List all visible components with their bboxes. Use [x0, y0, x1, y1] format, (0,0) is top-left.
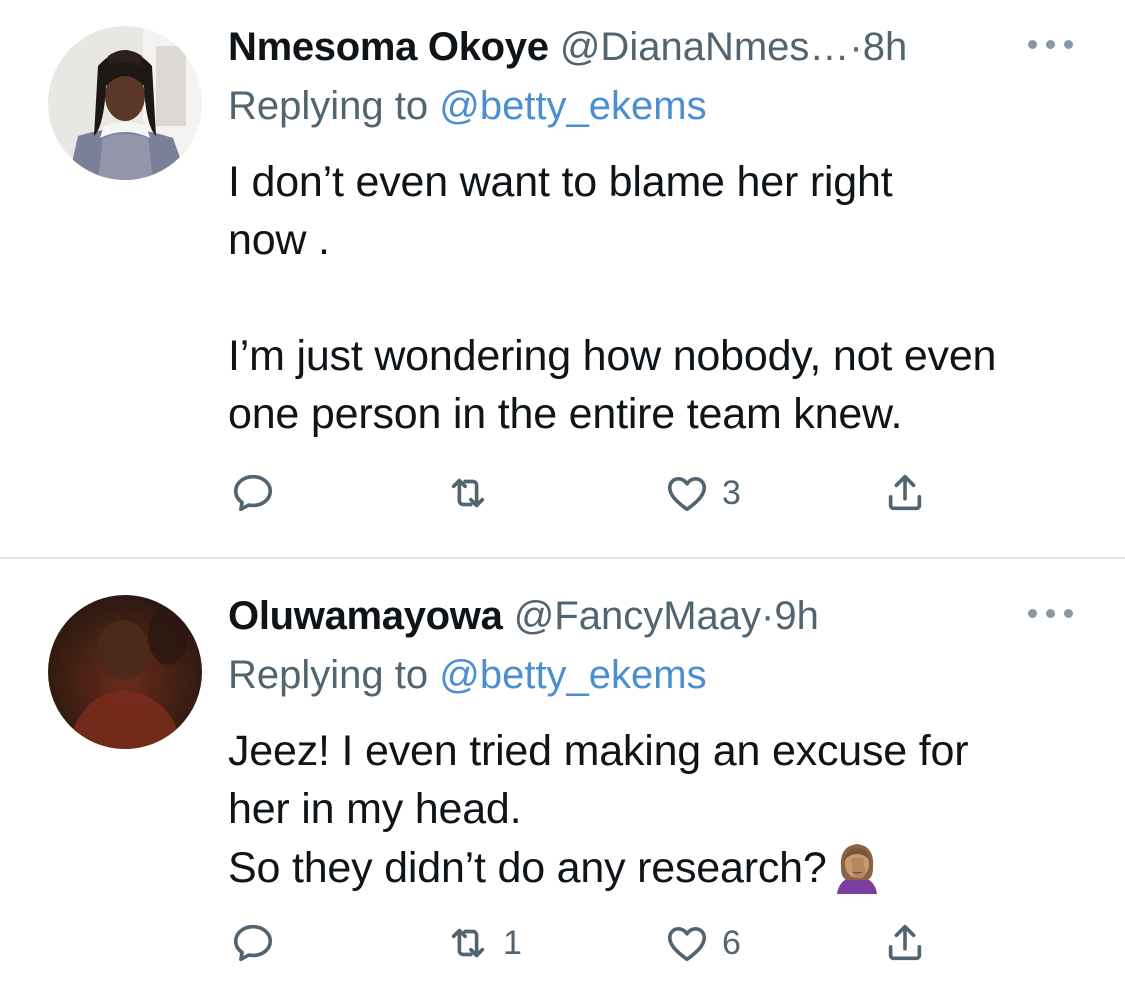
timestamp[interactable]: 8h: [863, 25, 908, 69]
share-icon: [888, 474, 922, 511]
user-handle[interactable]: @DianaNmes…: [560, 25, 850, 69]
heart-icon: [667, 926, 707, 962]
separator-dot: ·: [849, 25, 863, 69]
display-name[interactable]: Nmesoma Okoye: [228, 25, 549, 69]
avatar-image: [48, 26, 202, 180]
more-dots-icon[interactable]: [1028, 37, 1074, 51]
like-count: 6: [722, 924, 741, 962]
tweet-header: Nmesoma Okoye @DianaNmes…·8h: [228, 22, 907, 72]
replying-to: Replying to @betty_ekems: [228, 81, 707, 131]
tweet-header: Oluwamayowa @FancyMaay·9h: [228, 591, 819, 641]
avatar[interactable]: [48, 26, 202, 180]
timestamp[interactable]: 9h: [774, 594, 819, 638]
more-dots-icon[interactable]: [1028, 606, 1074, 620]
replying-prefix: Replying to: [228, 84, 440, 128]
reply-button[interactable]: [230, 919, 288, 967]
like-button[interactable]: 3: [664, 469, 741, 517]
share-icon: [888, 924, 922, 961]
like-button[interactable]: 6: [664, 919, 741, 967]
woman-facepalming-emoji: [836, 844, 877, 894]
reply-icon: [233, 474, 273, 512]
avatar-image: [48, 595, 202, 749]
reply-button[interactable]: [230, 469, 288, 517]
tweet[interactable]: Nmesoma Okoye @DianaNmes…·8h Replying to…: [0, 0, 1125, 557]
reply-icon: [233, 924, 273, 962]
user-handle[interactable]: @FancyMaay: [514, 594, 761, 638]
replying-to: Replying to @betty_ekems: [228, 650, 707, 700]
retweet-icon: [451, 928, 485, 958]
tweet-text: I don’t even want to blame her right now…: [228, 158, 997, 438]
like-count: 3: [722, 474, 741, 512]
avatar[interactable]: [48, 595, 202, 749]
share-button[interactable]: [882, 919, 928, 967]
replying-prefix: Replying to: [228, 653, 440, 697]
display-name[interactable]: Oluwamayowa: [228, 594, 503, 638]
retweet-button[interactable]: [445, 469, 503, 517]
separator-dot: ·: [761, 594, 775, 638]
retweet-icon: [451, 478, 485, 508]
tweet-text: Jeez! I even tried making an excuse for …: [228, 722, 1108, 897]
retweet-button[interactable]: 1: [445, 919, 522, 967]
retweet-count: 1: [503, 924, 522, 962]
replying-mention-link[interactable]: @betty_ekems: [439, 84, 706, 128]
heart-icon: [667, 476, 707, 512]
replying-mention-link[interactable]: @betty_ekems: [439, 653, 706, 697]
share-button[interactable]: [882, 469, 928, 517]
